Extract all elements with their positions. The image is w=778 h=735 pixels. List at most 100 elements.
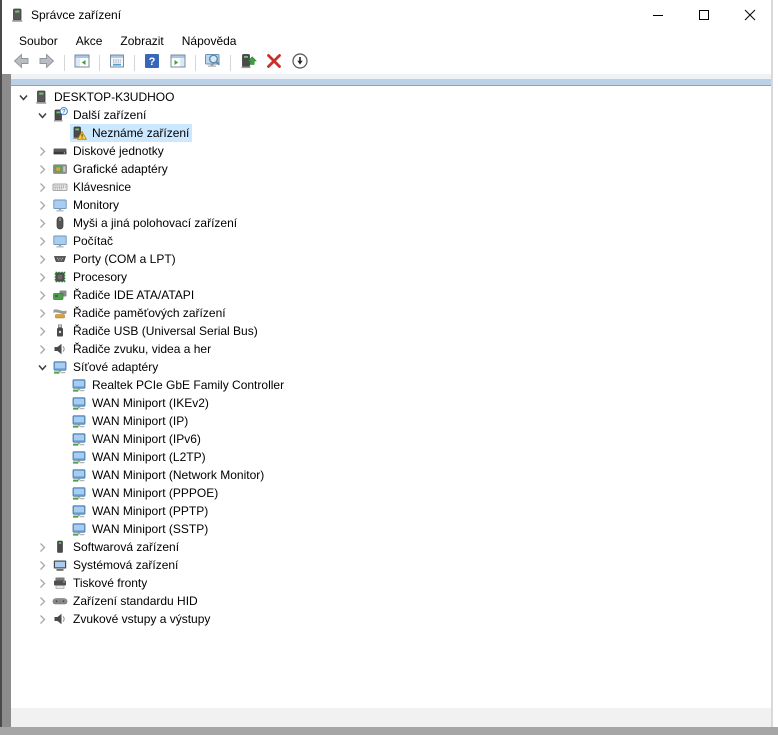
chevron-right-icon[interactable] [34,340,51,358]
tree-row[interactable]: WAN Miniport (IP) [11,412,771,430]
disable-device-button[interactable] [288,52,312,73]
tree-row-body[interactable]: Realtek PCIe GbE Family Controller [70,376,287,394]
menu-akce[interactable]: Akce [67,32,112,50]
tree-row-body[interactable]: WAN Miniport (IPv6) [70,430,204,448]
tree-row-body[interactable]: Síťové adaptéry [51,358,161,376]
tree-row-body[interactable]: DESKTOP-K3UDHOO [32,88,177,106]
menu-soubor[interactable]: Soubor [10,32,67,50]
tree-row[interactable]: Řadiče IDE ATA/ATAPI [11,286,771,304]
tree-row[interactable]: Zařízení standardu HID [11,592,771,610]
tree-row-body-selected[interactable]: Neznámé zařízení [70,124,192,142]
tree-row[interactable]: Monitory [11,196,771,214]
close-button[interactable] [727,0,773,30]
tree-row-body[interactable]: WAN Miniport (Network Monitor) [70,466,267,484]
tree-row[interactable]: Zvukové vstupy a výstupy [11,610,771,628]
tree-row-body[interactable]: Porty (COM a LPT) [51,250,179,268]
tree-row[interactable]: Systémová zařízení [11,556,771,574]
tree-row[interactable]: Síťové adaptéry [11,358,771,376]
tree-row[interactable]: WAN Miniport (IKEv2) [11,394,771,412]
tree-row-body[interactable]: Diskové jednotky [51,142,167,160]
tree-row-body[interactable]: Řadiče IDE ATA/ATAPI [51,286,197,304]
tree-row-body[interactable]: Grafické adaptéry [51,160,171,178]
chevron-right-icon[interactable] [34,538,51,556]
tree-row[interactable]: Porty (COM a LPT) [11,250,771,268]
tree-row[interactable]: Realtek PCIe GbE Family Controller [11,376,771,394]
chevron-right-icon[interactable] [34,556,51,574]
tree-row-body[interactable]: Zařízení standardu HID [51,592,201,610]
keyboard-icon [52,179,68,195]
tree-row[interactable]: Myši a jiná polohovací zařízení [11,214,771,232]
tree-row[interactable]: ?Další zařízení [11,106,771,124]
tree-row[interactable]: Řadiče zvuku, videa a her [11,340,771,358]
tree-row-body[interactable]: Tiskové fronty [51,574,150,592]
tree-row-body[interactable]: Procesory [51,268,130,286]
tree-row-body[interactable]: Softwarová zařízení [51,538,182,556]
tree-row[interactable]: Řadiče USB (Universal Serial Bus) [11,322,771,340]
menu-zobrazit[interactable]: Zobrazit [111,32,172,50]
tree-row[interactable]: Procesory [11,268,771,286]
tree-row[interactable]: Diskové jednotky [11,142,771,160]
properties-button[interactable] [105,52,129,73]
tree-row-body[interactable]: ?Další zařízení [51,106,149,124]
menu-napoveda[interactable]: Nápověda [173,32,246,50]
tree-row-body[interactable]: Zvukové vstupy a výstupy [51,610,213,628]
tree-row-body[interactable]: WAN Miniport (IKEv2) [70,394,212,412]
chevron-right-icon[interactable] [34,592,51,610]
tree-label: WAN Miniport (Network Monitor) [92,466,264,484]
svg-text:?: ? [149,56,156,68]
chevron-down-icon[interactable] [15,88,32,106]
tree-row[interactable]: WAN Miniport (PPTP) [11,502,771,520]
tree-row[interactable]: Grafické adaptéry [11,160,771,178]
tree-row[interactable]: Řadiče paměťových zařízení [11,304,771,322]
chevron-right-icon[interactable] [34,574,51,592]
chevron-right-icon[interactable] [34,304,51,322]
chevron-right-icon[interactable] [34,610,51,628]
chevron-right-icon[interactable] [34,178,51,196]
tree-row-body[interactable]: WAN Miniport (IP) [70,412,191,430]
chevron-right-icon[interactable] [34,160,51,178]
tree-row-body[interactable]: Počítač [51,232,116,250]
chevron-down-icon[interactable] [34,358,51,376]
help-button[interactable]: ? [140,52,164,73]
tree-row-body[interactable]: Myši a jiná polohovací zařízení [51,214,240,232]
tree-row-body[interactable]: Klávesnice [51,178,134,196]
chevron-right-icon[interactable] [34,286,51,304]
tree-row-body[interactable]: Řadiče USB (Universal Serial Bus) [51,322,261,340]
tree-row[interactable]: WAN Miniport (Network Monitor) [11,466,771,484]
tree-row-body[interactable]: WAN Miniport (L2TP) [70,448,209,466]
scan-hardware-changes-button[interactable] [201,52,225,73]
tree-row-body[interactable]: Řadiče zvuku, videa a her [51,340,214,358]
chevron-right-icon[interactable] [34,250,51,268]
tree-row[interactable]: WAN Miniport (SSTP) [11,520,771,538]
chevron-right-icon[interactable] [34,268,51,286]
tree-row-body[interactable]: WAN Miniport (SSTP) [70,520,211,538]
chevron-right-icon[interactable] [34,322,51,340]
tree-row[interactable]: WAN Miniport (PPPOE) [11,484,771,502]
tree-row-body[interactable]: WAN Miniport (PPTP) [70,502,211,520]
tree-row-body[interactable]: Řadiče paměťových zařízení [51,304,229,322]
tree-row[interactable]: DESKTOP-K3UDHOO [11,88,771,106]
expander-spacer [53,376,70,394]
show-console-tree-button[interactable] [70,52,94,73]
tree-row-body[interactable]: Systémová zařízení [51,556,181,574]
minimize-button[interactable] [635,0,681,30]
maximize-button[interactable] [681,0,727,30]
tree-row-body[interactable]: Monitory [51,196,122,214]
tree-row[interactable]: Klávesnice [11,178,771,196]
tree-row[interactable]: Neznámé zařízení [11,124,771,142]
update-driver-button[interactable] [236,52,260,73]
uninstall-device-button[interactable] [262,52,286,73]
tree-row[interactable]: WAN Miniport (IPv6) [11,430,771,448]
tree-row[interactable]: Počítač [11,232,771,250]
tree-row-body[interactable]: WAN Miniport (PPPOE) [70,484,221,502]
chevron-down-icon[interactable] [34,106,51,124]
show-action-pane-button[interactable] [166,52,190,73]
tree-row[interactable]: Tiskové fronty [11,574,771,592]
chevron-right-icon[interactable] [34,196,51,214]
chevron-right-icon[interactable] [34,214,51,232]
toolbar-separator [195,55,196,71]
chevron-right-icon[interactable] [34,142,51,160]
tree-row[interactable]: WAN Miniport (L2TP) [11,448,771,466]
tree-row[interactable]: Softwarová zařízení [11,538,771,556]
chevron-right-icon[interactable] [34,232,51,250]
